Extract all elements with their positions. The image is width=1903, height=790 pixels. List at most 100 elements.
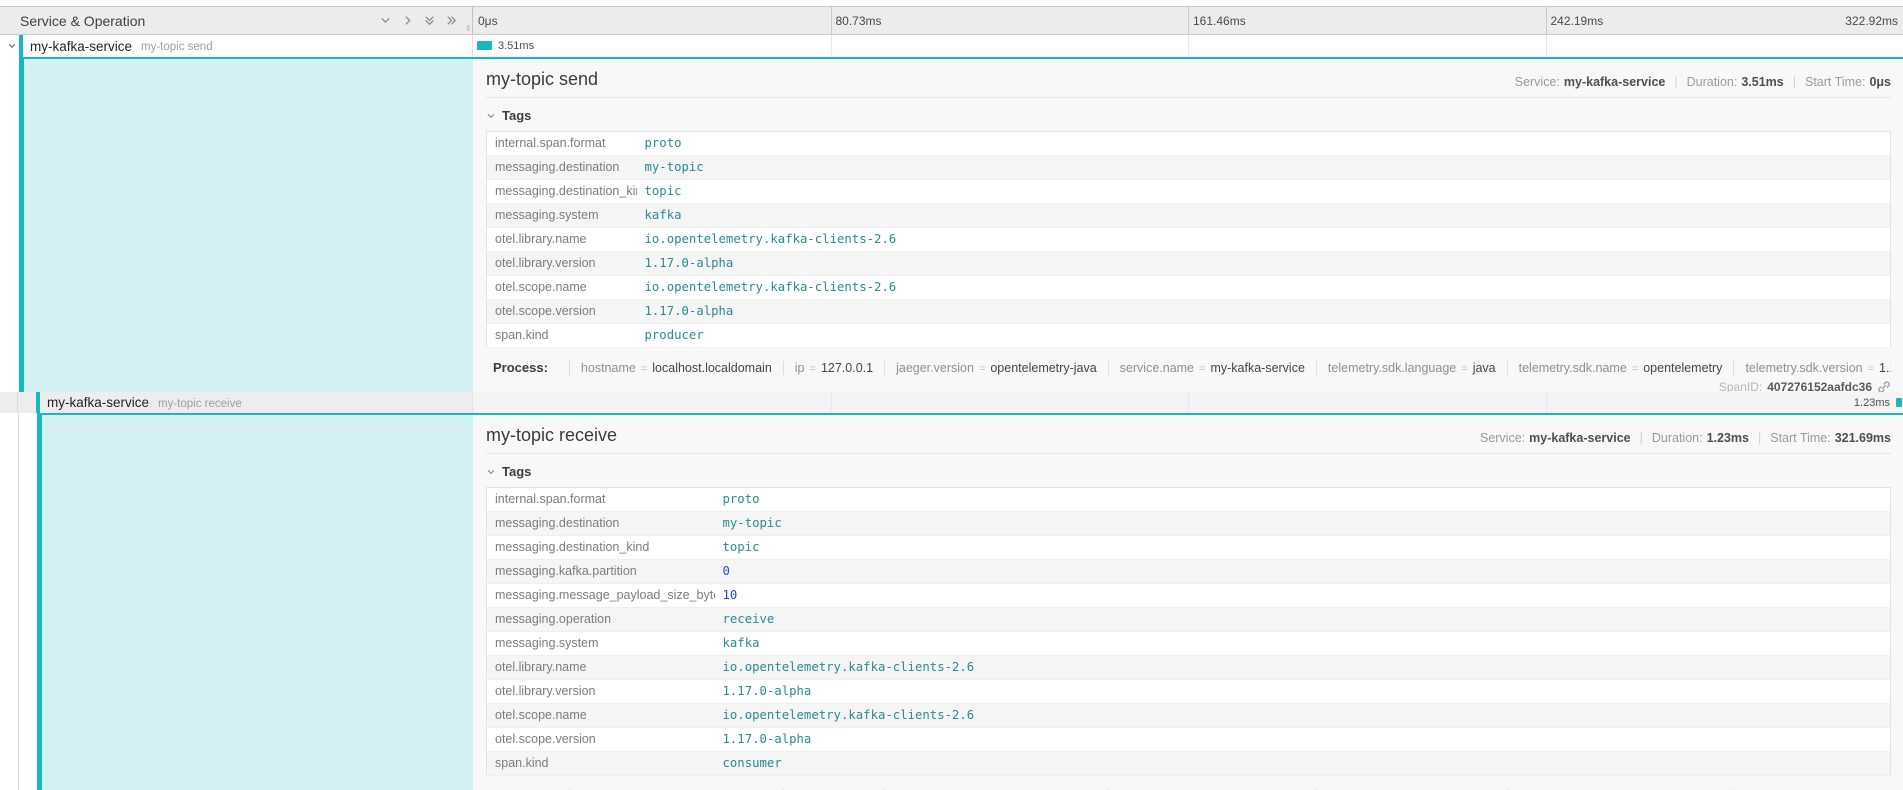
ruler-tick-2: 161.46ms — [1188, 7, 1246, 34]
tag-key: messaging.message_payload_size_bytes — [487, 584, 715, 608]
tag-key: otel.library.name — [487, 228, 637, 252]
service-value: my-kafka-service — [1529, 431, 1630, 445]
tag-row: otel.scope.name io.opentelemetry.kafka-c… — [487, 276, 1891, 300]
service-operation-title: Service & Operation — [20, 13, 379, 29]
track-gridline — [1546, 392, 1547, 413]
tag-row: otel.scope.version 1.17.0-alpha — [487, 728, 1891, 752]
tag-key: messaging.operation — [487, 608, 715, 632]
tag-value: io.opentelemetry.kafka-clients-2.6 — [637, 276, 1891, 300]
span-track-receive: 1.23ms — [473, 392, 1903, 413]
span-id-row: SpanID: 407276152aafdc36 — [486, 380, 1891, 392]
tag-key: internal.span.format — [487, 488, 715, 512]
span-bar-receive[interactable] — [1896, 398, 1902, 407]
detail-indent-spacer — [0, 413, 37, 790]
link-icon[interactable] — [1877, 380, 1891, 392]
span-duration-label: 1.23ms — [1854, 392, 1890, 414]
tag-key: otel.scope.name — [487, 276, 637, 300]
ruler-tick-1: 80.73ms — [831, 7, 882, 34]
process-kv: telemetry.sdk.language=java — [1316, 361, 1496, 375]
duration-label: Duration: — [1687, 75, 1738, 89]
tag-row: messaging.system kafka — [487, 204, 1891, 228]
track-gridline — [831, 35, 832, 57]
chevron-right-icon[interactable] — [401, 14, 414, 27]
process-kv: ip=127.0.0.1 — [783, 361, 873, 375]
collapse-chevron-icon[interactable] — [4, 41, 19, 51]
span-title: my-topic send — [486, 69, 598, 89]
selected-span-gutter[interactable] — [42, 415, 473, 790]
tag-key: otel.scope.name — [487, 704, 715, 728]
tag-key: span.kind — [487, 324, 637, 348]
tag-value: my-topic — [637, 156, 1891, 180]
tag-key: otel.library.version — [487, 680, 715, 704]
span-summary: Service:my-kafka-service | Duration:1.23… — [1480, 431, 1891, 445]
tag-value: 10 — [715, 584, 1891, 608]
process-section-toggle[interactable]: Process: hostname=localhost.localdomain … — [486, 360, 1891, 375]
duration-label: Duration: — [1652, 431, 1703, 445]
detail-header: my-topic send Service: my-kafka-service |… — [486, 69, 1891, 98]
tag-value: consumer — [715, 752, 1891, 776]
selected-span-gutter[interactable] — [24, 59, 473, 392]
tag-value: producer — [637, 324, 1891, 348]
chevron-down-icon[interactable] — [379, 14, 392, 27]
process-kv: service.name=my-kafka-service — [1108, 361, 1305, 375]
tag-row: messaging.destination_kind topic — [487, 536, 1891, 560]
service-value: my-kafka-service — [1564, 75, 1665, 89]
tags-table-receive: internal.span.format proto messaging.des… — [486, 487, 1891, 776]
tag-value: proto — [715, 488, 1891, 512]
service-label: Service: — [1515, 75, 1560, 89]
duration-value: 3.51ms — [1741, 75, 1783, 89]
separator: | — [1674, 75, 1677, 89]
tag-value: io.opentelemetry.kafka-clients-2.6 — [715, 704, 1891, 728]
tag-row: otel.library.name io.opentelemetry.kafka… — [487, 656, 1891, 680]
span-bar-send[interactable] — [477, 41, 492, 50]
span-title: my-topic receive — [486, 425, 617, 445]
track-gridline — [1188, 35, 1189, 57]
tag-key: messaging.system — [487, 204, 637, 228]
tag-row: messaging.destination_kind topic — [487, 180, 1891, 204]
tags-table-send: internal.span.format proto messaging.des… — [486, 131, 1891, 348]
column-resize-handle[interactable]: ‖ — [467, 24, 469, 33]
operation-name: my-topic send — [141, 41, 213, 53]
double-chevron-down-icon[interactable] — [423, 14, 436, 27]
tag-value: my-topic — [715, 512, 1891, 536]
service-color-bar — [36, 392, 40, 413]
process-kv: hostname=localhost.localdomain — [569, 361, 772, 375]
tag-value: proto — [637, 132, 1891, 156]
start-time-label: Start Time: — [1770, 431, 1830, 445]
double-chevron-right-icon[interactable] — [445, 14, 458, 27]
track-gridline — [1546, 35, 1547, 57]
tag-value: 1.17.0-alpha — [715, 728, 1891, 752]
separator: | — [1758, 431, 1761, 445]
span-duration-label: 3.51ms — [498, 35, 534, 57]
tag-value: topic — [637, 180, 1891, 204]
tag-key: otel.library.name — [487, 656, 715, 680]
trace-timeline-header: Service & Operation ‖ 0μs 80.73ms 161.46… — [0, 6, 1903, 35]
tags-section-label: Tags — [502, 108, 531, 123]
tag-row: messaging.destination my-topic — [487, 512, 1891, 536]
tags-section-toggle[interactable]: Tags — [486, 108, 1891, 123]
tag-row: otel.scope.version 1.17.0-alpha — [487, 300, 1891, 324]
tree-indent-guide — [0, 392, 18, 413]
tag-row: span.kind consumer — [487, 752, 1891, 776]
tag-value: 1.17.0-alpha — [715, 680, 1891, 704]
span-detail-receive: my-topic receive Service:my-kafka-servic… — [0, 413, 1903, 790]
tag-value: 0 — [715, 560, 1891, 584]
tags-section-toggle[interactable]: Tags — [486, 464, 1891, 479]
tag-value: io.opentelemetry.kafka-clients-2.6 — [637, 228, 1891, 252]
span-name-cell-send[interactable]: my-kafka-service my-topic send — [0, 35, 473, 57]
tag-row: otel.scope.name io.opentelemetry.kafka-c… — [487, 704, 1891, 728]
timeline-ruler: 0μs 80.73ms 161.46ms 242.19ms 322.92ms — [473, 7, 1903, 34]
track-gridline — [831, 392, 832, 413]
span-name-cell-receive[interactable]: my-kafka-service my-topic receive — [0, 392, 473, 413]
tag-row: messaging.system kafka — [487, 632, 1891, 656]
tag-row: otel.library.name io.opentelemetry.kafka… — [487, 228, 1891, 252]
tag-key: messaging.kafka.partition — [487, 560, 715, 584]
separator: | — [1640, 431, 1643, 445]
tag-row: internal.span.format proto — [487, 488, 1891, 512]
span-id-value: 407276152aafdc36 — [1767, 380, 1872, 392]
span-row-send: my-kafka-service my-topic send 3.51ms — [0, 35, 1903, 57]
detail-inner: my-topic receive Service:my-kafka-servic… — [37, 413, 1903, 790]
tag-row: messaging.message_payload_size_bytes 10 — [487, 584, 1891, 608]
tag-value: io.opentelemetry.kafka-clients-2.6 — [715, 656, 1891, 680]
tag-value: topic — [715, 536, 1891, 560]
